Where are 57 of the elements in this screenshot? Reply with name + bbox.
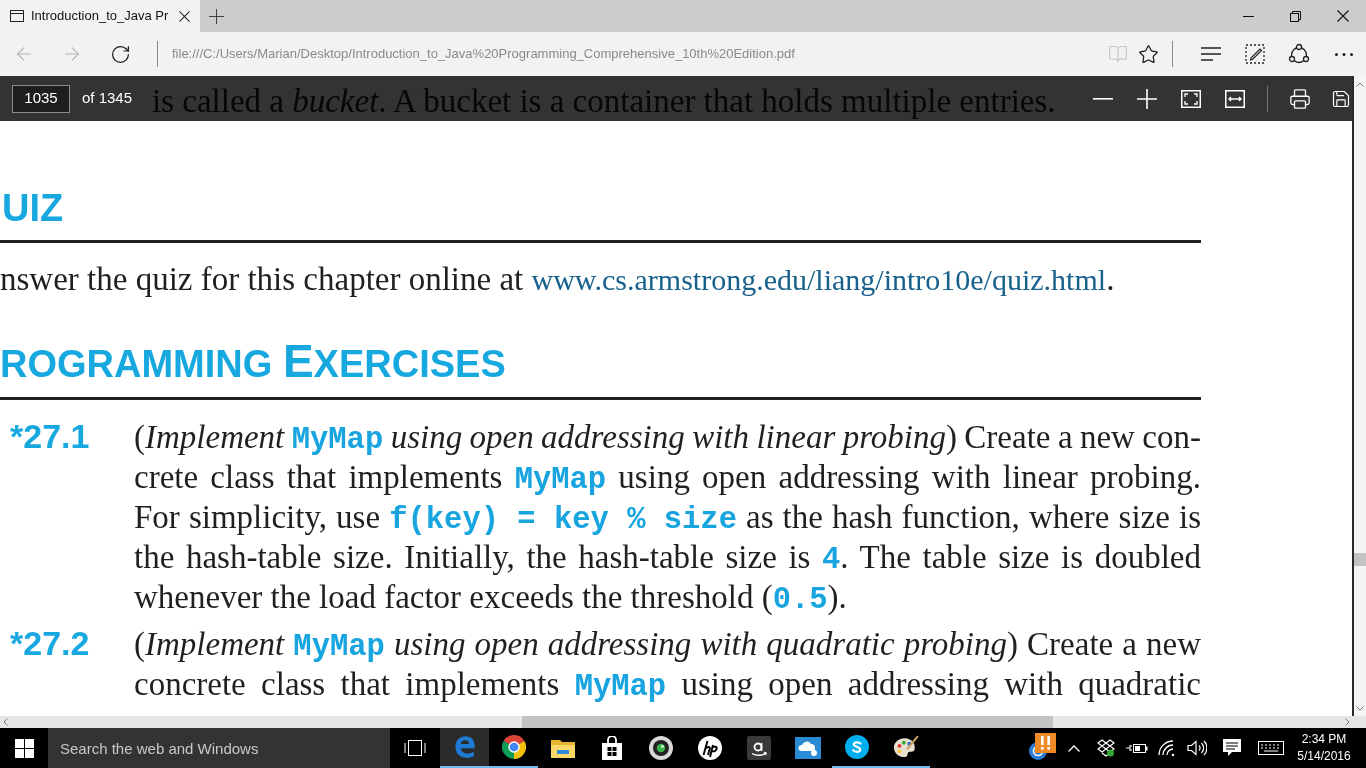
- webcam-icon: [648, 736, 673, 760]
- shopping-bag-icon: [600, 736, 623, 760]
- scroll-thumb[interactable]: [1354, 553, 1366, 566]
- taskbar-app-button[interactable]: [440, 728, 489, 768]
- scroll-up-icon: [1356, 82, 1364, 87]
- exercise-text: (Implement MyMap using open addressing with quadratic probing) Create a new concrete class that implements MyMap using open addressing with quadratic: [134, 625, 1201, 704]
- alert-badge-icon: [1035, 733, 1056, 753]
- exercise-number: *27.2: [9, 623, 91, 663]
- plus-icon: [1137, 88, 1157, 109]
- share-icon: [1288, 43, 1310, 65]
- ring-logo-icon: [501, 735, 526, 759]
- vertical-scrollbar[interactable]: [1352, 76, 1366, 716]
- scroll-left-icon: [3, 718, 8, 726]
- restore-icon: [1290, 10, 1301, 22]
- task-view-icon: [404, 740, 426, 756]
- cloud-tile-icon: [794, 737, 821, 759]
- tab-page-icon: [10, 10, 24, 22]
- folder-icon: [550, 738, 575, 758]
- e-logo-icon: [452, 735, 477, 759]
- scroll-thumb[interactable]: [522, 716, 1053, 728]
- caret-up-icon: [1068, 744, 1080, 752]
- box-logo-icon: [1097, 739, 1115, 757]
- page-number-field[interactable]: 1035: [12, 84, 70, 113]
- close-icon: [1336, 10, 1349, 22]
- minimize-icon: [1243, 15, 1254, 17]
- lines-icon: [1201, 47, 1221, 61]
- pencil-square-icon: [1245, 44, 1265, 64]
- close-icon: [178, 10, 190, 22]
- fit-page-icon: [1181, 89, 1201, 108]
- notification-icon: [1222, 738, 1242, 758]
- section-heading: UIZ: [2, 186, 64, 231]
- printer-icon: [1289, 87, 1311, 110]
- exercise-text: (Implement MyMap using open addressing with linear probing) Create a new con- crete class that implements MyMap using open addressing with linear probing. For simplicity, use f(key) = key % size as the hash function, where size is the hash-table size. Initially, the hash-table size is 4. The table size is doubled whenever the load factor exceeds the threshold (0.5).: [134, 418, 1201, 617]
- palette-icon: [892, 735, 919, 759]
- more-icon: [1334, 52, 1353, 56]
- plus-icon: [208, 8, 224, 24]
- minus-icon: [1093, 97, 1113, 100]
- circle-logo-icon: [697, 736, 722, 760]
- quiz-paragraph: nswer the quiz for this chapter online at www.cs.armstrong.edu/liang/intro10e/quiz.html.: [0, 260, 1115, 299]
- scroll-down-icon: [1356, 706, 1364, 711]
- speaker-icon: [1186, 740, 1207, 756]
- a-tile-icon: [746, 736, 771, 760]
- fit-width-icon: [1225, 89, 1245, 108]
- plug-battery-icon: [1125, 741, 1148, 755]
- scroll-right-icon: [1345, 718, 1350, 726]
- section-heading: ROGRAMMING EXERCISES: [0, 337, 506, 388]
- browser-tab[interactable]: Introduction_to_Java Pr: [0, 0, 200, 32]
- quiz-link[interactable]: www.cs.armstrong.edu/liang/intro10e/quiz.html: [531, 263, 1107, 296]
- clock-button[interactable]: 2:34 PM 5/14/2016: [1288, 728, 1360, 768]
- horizontal-scrollbar[interactable]: [0, 716, 1366, 728]
- s-circle-logo-icon: [844, 735, 869, 759]
- search-field[interactable]: Search the web and Windows: [48, 728, 390, 768]
- keyboard-icon: [1257, 741, 1284, 755]
- page-count-label: of 1345: [82, 88, 133, 109]
- wifi-icon: [1158, 740, 1176, 756]
- start-logo-icon: [14, 738, 34, 758]
- exercise-number: *27.1: [9, 416, 91, 456]
